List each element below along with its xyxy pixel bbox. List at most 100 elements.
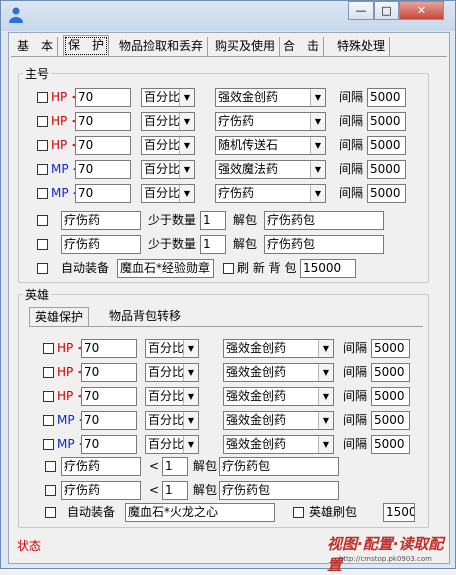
hero-threshold-input[interactable]: 70 <box>81 435 137 454</box>
chevron-down-icon[interactable]: ▼ <box>310 113 325 130</box>
hero-unpack-qty-input[interactable]: 1 <box>162 457 188 476</box>
hero-item-select[interactable]: 强效金创药 ▼ <box>223 339 334 358</box>
subtab-item-transfer[interactable]: 物品背包转移 <box>104 307 186 327</box>
hero-auto-equip-input[interactable]: 魔血石*火龙之心 <box>125 503 275 522</box>
main-auto-equip-checkbox[interactable] <box>37 263 48 274</box>
main-threshold-input[interactable]: 70 <box>75 160 131 179</box>
hero-auto-equip-checkbox[interactable] <box>45 507 56 518</box>
main-mode-select[interactable]: 百分比 ▼ <box>141 160 195 179</box>
chevron-down-icon[interactable]: ▼ <box>179 161 194 178</box>
hero-threshold-input[interactable]: 70 <box>81 363 137 382</box>
main-item-select[interactable]: 随机传送石 ▼ <box>215 136 326 155</box>
hero-item-select[interactable]: 强效金创药 ▼ <box>223 363 334 382</box>
tab-special[interactable]: 特殊处理 <box>333 37 391 57</box>
hero-item-select[interactable]: 强效金创药 ▼ <box>223 435 334 454</box>
hero-unpack-item-input[interactable]: 疗伤药 <box>61 457 141 476</box>
main-interval-input[interactable]: 5000 <box>367 112 406 131</box>
hero-threshold-input[interactable]: 70 <box>81 387 137 406</box>
chevron-down-icon[interactable]: ▼ <box>310 89 325 106</box>
main-mode-select[interactable]: 百分比 ▼ <box>141 88 195 107</box>
main-item-select[interactable]: 疗伤药 ▼ <box>215 184 326 203</box>
main-threshold-input[interactable]: 70 <box>75 184 131 203</box>
chevron-down-icon[interactable]: ▼ <box>318 340 333 357</box>
main-unpack-item-input[interactable]: 疗伤药 <box>61 211 141 230</box>
chevron-down-icon[interactable]: ▼ <box>183 436 198 453</box>
main-unpack-checkbox[interactable] <box>37 239 48 250</box>
hero-interval-input[interactable]: 5000 <box>371 339 410 358</box>
hero-threshold-input[interactable]: 70 <box>81 411 137 430</box>
hero-mode-select[interactable]: 百分比 ▼ <box>145 363 199 382</box>
hero-row-checkbox[interactable] <box>43 367 54 378</box>
hero-item-select[interactable]: 强效金创药 ▼ <box>223 387 334 406</box>
main-row-checkbox[interactable] <box>37 188 48 199</box>
chevron-down-icon[interactable]: ▼ <box>183 364 198 381</box>
chevron-down-icon[interactable]: ▼ <box>179 185 194 202</box>
close-button[interactable]: ✕ <box>399 1 444 20</box>
main-threshold-input[interactable]: 70 <box>75 88 131 107</box>
hero-refresh-input[interactable]: 15000 <box>383 503 415 522</box>
tab-protect[interactable]: 保 护 <box>63 35 110 57</box>
hero-unpack-checkbox[interactable] <box>45 461 56 472</box>
main-mode-select[interactable]: 百分比 ▼ <box>141 184 195 203</box>
hero-interval-input[interactable]: 5000 <box>371 411 410 430</box>
hero-mode-select[interactable]: 百分比 ▼ <box>145 339 199 358</box>
hero-row-checkbox[interactable] <box>43 439 54 450</box>
hero-row-checkbox[interactable] <box>43 415 54 426</box>
main-refresh-input[interactable]: 15000 <box>300 259 356 278</box>
main-threshold-input[interactable]: 70 <box>75 136 131 155</box>
chevron-down-icon[interactable]: ▼ <box>318 412 333 429</box>
hero-mode-select[interactable]: 百分比 ▼ <box>145 435 199 454</box>
main-unpack-checkbox[interactable] <box>37 215 48 226</box>
main-item-select[interactable]: 强效金创药 ▼ <box>215 88 326 107</box>
chevron-down-icon[interactable]: ▼ <box>183 340 198 357</box>
chevron-down-icon[interactable]: ▼ <box>310 161 325 178</box>
hero-row-checkbox[interactable] <box>43 391 54 402</box>
hero-unpack-checkbox[interactable] <box>45 485 56 496</box>
hero-threshold-input[interactable]: 70 <box>81 339 137 358</box>
chevron-down-icon[interactable]: ▼ <box>318 364 333 381</box>
main-refresh-checkbox[interactable] <box>223 263 234 274</box>
hero-unpack-pack-input[interactable]: 疗伤药包 <box>219 457 339 476</box>
main-mode-select[interactable]: 百分比 ▼ <box>141 112 195 131</box>
main-item-select[interactable]: 强效魔法药 ▼ <box>215 160 326 179</box>
chevron-down-icon[interactable]: ▼ <box>183 412 198 429</box>
main-unpack-pack-input[interactable]: 疗伤药包 <box>264 211 384 230</box>
chevron-down-icon[interactable]: ▼ <box>318 436 333 453</box>
hero-mode-select[interactable]: 百分比 ▼ <box>145 411 199 430</box>
chevron-down-icon[interactable]: ▼ <box>179 137 194 154</box>
tab-basic[interactable]: 基 本 <box>13 37 59 57</box>
main-unpack-pack-input[interactable]: 疗伤药包 <box>264 235 384 254</box>
minimize-button[interactable]: — <box>348 1 374 20</box>
main-row-checkbox[interactable] <box>37 164 48 175</box>
main-mode-select[interactable]: 百分比 ▼ <box>141 136 195 155</box>
main-unpack-qty-input[interactable]: 1 <box>200 235 226 254</box>
hero-unpack-item-input[interactable]: 疗伤药 <box>61 481 141 500</box>
chevron-down-icon[interactable]: ▼ <box>310 137 325 154</box>
hero-interval-input[interactable]: 5000 <box>371 363 410 382</box>
tab-combine[interactable]: 合 击 <box>279 37 325 57</box>
main-interval-input[interactable]: 5000 <box>367 88 406 107</box>
chevron-down-icon[interactable]: ▼ <box>183 388 198 405</box>
main-unpack-qty-input[interactable]: 1 <box>200 211 226 230</box>
tab-buy-use[interactable]: 购买及使用 <box>211 37 281 57</box>
main-row-checkbox[interactable] <box>37 116 48 127</box>
chevron-down-icon[interactable]: ▼ <box>179 113 194 130</box>
subtab-hero-protect[interactable]: 英雄保护 <box>29 307 90 327</box>
maximize-button[interactable]: □ <box>374 1 399 20</box>
chevron-down-icon[interactable]: ▼ <box>179 89 194 106</box>
hero-mode-select[interactable]: 百分比 ▼ <box>145 387 199 406</box>
hero-refresh-checkbox[interactable] <box>293 507 304 518</box>
main-interval-input[interactable]: 5000 <box>367 136 406 155</box>
main-interval-input[interactable]: 5000 <box>367 160 406 179</box>
main-row-checkbox[interactable] <box>37 92 48 103</box>
main-item-select[interactable]: 疗伤药 ▼ <box>215 112 326 131</box>
main-interval-input[interactable]: 5000 <box>367 184 406 203</box>
hero-row-checkbox[interactable] <box>43 343 54 354</box>
hero-unpack-qty-input[interactable]: 1 <box>162 481 188 500</box>
hero-item-select[interactable]: 强效金创药 ▼ <box>223 411 334 430</box>
tab-pickup[interactable]: 物品捡取和丢弃 <box>115 37 209 57</box>
hero-unpack-pack-input[interactable]: 疗伤药包 <box>219 481 339 500</box>
chevron-down-icon[interactable]: ▼ <box>318 388 333 405</box>
hero-interval-input[interactable]: 5000 <box>371 387 410 406</box>
chevron-down-icon[interactable]: ▼ <box>310 185 325 202</box>
